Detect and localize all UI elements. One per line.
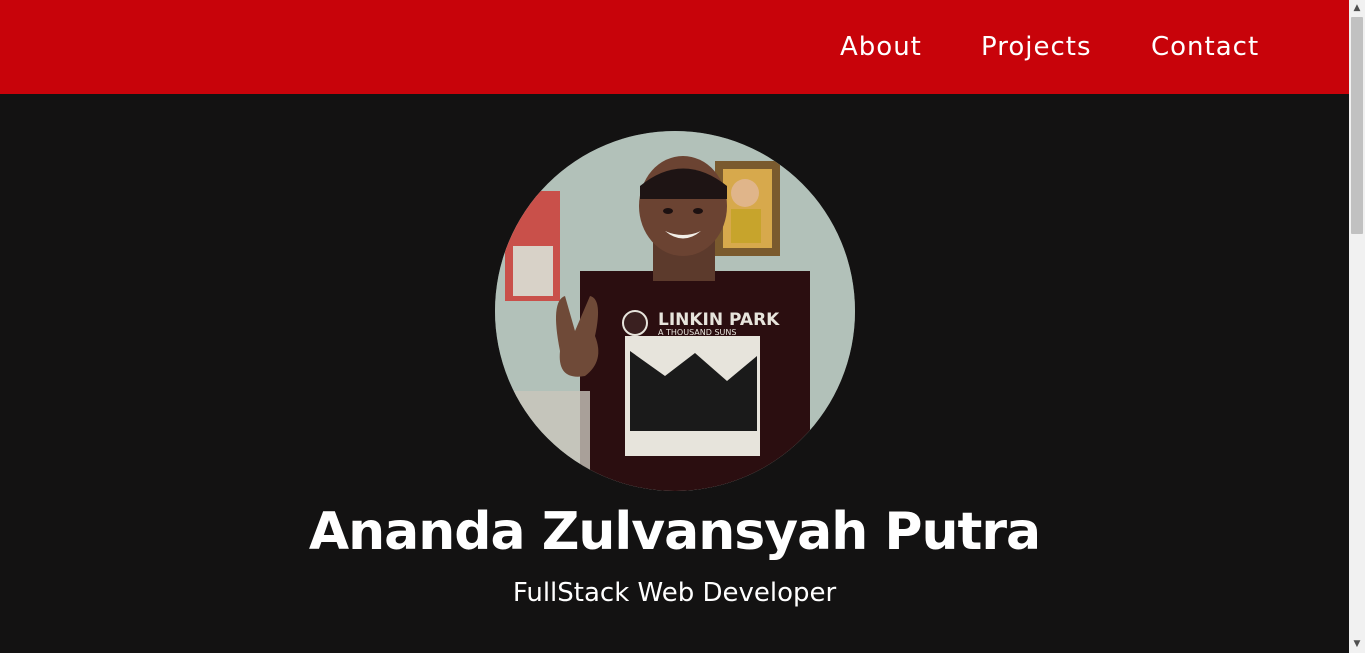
nav-link-contact[interactable]: Contact: [1151, 30, 1259, 64]
vertical-scrollbar[interactable]: ▲ ▼: [1349, 0, 1365, 653]
profile-name: Ananda Zulvansyah Putra: [308, 502, 1041, 562]
scroll-up-icon[interactable]: ▲: [1349, 0, 1365, 17]
avatar-shirt-text-1: LINKIN PARK: [658, 310, 780, 330]
top-navbar: About Projects Contact: [0, 0, 1349, 94]
nav-link-about[interactable]: About: [840, 30, 922, 64]
profile-avatar: LINKIN PARK A THOUSAND SUNS: [495, 131, 855, 491]
avatar-shirt-text-2: A THOUSAND SUNS: [658, 328, 736, 337]
scrollbar-thumb[interactable]: [1351, 17, 1363, 234]
profile-photo: LINKIN PARK A THOUSAND SUNS: [495, 131, 855, 491]
scroll-down-icon[interactable]: ▼: [1349, 636, 1365, 653]
profile-role: FullStack Web Developer: [512, 578, 837, 608]
nav-link-projects[interactable]: Projects: [981, 30, 1092, 64]
